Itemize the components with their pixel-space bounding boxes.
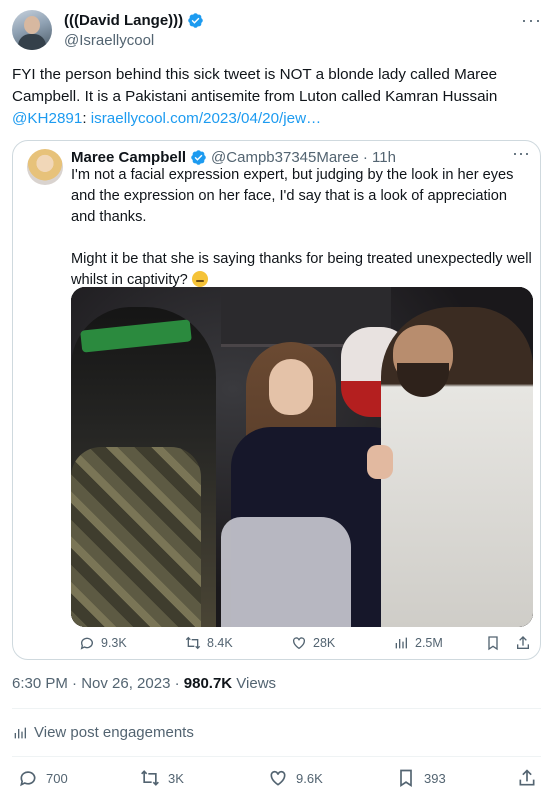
author-name[interactable]: (((David Lange))) <box>64 12 183 29</box>
quoted-paragraph-2: Might it be that she is saying thanks fo… <box>71 249 533 291</box>
reply-count: 700 <box>46 770 68 786</box>
quoted-author-handle[interactable]: @Campb37345Maree <box>211 149 359 166</box>
tweet-body: FYI the person behind this sick tweet is… <box>12 66 498 105</box>
thinking-emoji-icon <box>191 271 208 287</box>
bookmark-icon <box>488 636 498 651</box>
verified-badge-icon <box>188 13 203 28</box>
quoted-bookmark-button[interactable] <box>485 635 501 651</box>
quoted-repost-button[interactable]: 8.4K <box>185 635 233 651</box>
more-icon[interactable]: ··· <box>521 11 541 34</box>
reply-icon <box>80 637 93 650</box>
quoted-paragraph-1: I'm not a facial expression expert, but … <box>71 167 514 225</box>
post-views-label: Views <box>232 675 277 692</box>
share-icon <box>519 769 535 786</box>
repost-icon <box>141 770 159 786</box>
author-handle[interactable]: @Israellycool <box>64 32 154 49</box>
quoted-author-avatar[interactable] <box>27 149 63 185</box>
post-views-count: 980.7K <box>183 675 233 692</box>
share-icon <box>517 636 529 649</box>
reply-icon <box>20 771 36 787</box>
post-timestamp: 6:30 PM · Nov 26, 2023 · 980.7K Views <box>12 675 276 692</box>
bookmark-icon <box>400 769 412 788</box>
quoted-timestamp[interactable]: · 11h <box>363 149 396 166</box>
quoted-tweet[interactable]: Maree Campbell @Campb37345Maree · 11h ··… <box>12 140 541 660</box>
quoted-reply-count: 9.3K <box>101 636 127 650</box>
views-icon <box>395 637 407 649</box>
like-icon <box>293 637 305 650</box>
quoted-reply-button[interactable]: 9.3K <box>79 635 127 651</box>
repost-button[interactable]: 3K <box>140 768 184 788</box>
like-button[interactable]: 9.6K <box>268 768 323 788</box>
tweet-colon: : <box>82 110 87 127</box>
tweet-text: FYI the person behind this sick tweet is… <box>12 64 542 130</box>
quoted-action-bar: 9.3K 8.4K 28K 2.5M <box>71 635 533 655</box>
mention-link[interactable]: @KH2891 <box>12 110 82 127</box>
bookmark-button[interactable]: 393 <box>396 768 446 788</box>
repost-count: 3K <box>168 770 184 786</box>
bookmark-count: 393 <box>424 770 446 786</box>
more-icon[interactable]: ··· <box>512 144 530 162</box>
reply-button[interactable]: 700 <box>18 768 68 788</box>
quoted-header: Maree Campbell @Campb37345Maree · 11h <box>71 149 396 166</box>
verified-badge-icon <box>191 150 206 165</box>
quoted-author-name[interactable]: Maree Campbell <box>71 149 186 166</box>
quoted-views-count: 2.5M <box>415 636 443 650</box>
views-icon <box>14 727 26 738</box>
quoted-views-button[interactable]: 2.5M <box>393 635 443 651</box>
like-count: 9.6K <box>296 770 323 786</box>
quoted-like-count: 28K <box>313 636 336 650</box>
quoted-text: I'm not a facial expression expert, but … <box>71 165 533 291</box>
view-engagements-link[interactable]: View post engagements <box>12 724 194 741</box>
share-button[interactable] <box>517 768 537 788</box>
quoted-like-button[interactable]: 28K <box>291 635 335 651</box>
divider <box>12 708 541 709</box>
article-link[interactable]: israellycool.com/2023/04/20/jew… <box>91 110 321 127</box>
quoted-paragraph-2-text: Might it be that she is saying thanks fo… <box>71 251 532 288</box>
quoted-media-image[interactable] <box>71 287 533 627</box>
tweet-header: (((David Lange))) @Israellycool ··· <box>12 8 541 52</box>
action-bar: 700 3K 9.6K 393 <box>12 768 541 792</box>
view-engagements-label[interactable]: View post engagements <box>34 724 194 741</box>
author-avatar[interactable] <box>12 10 52 50</box>
author-name-row[interactable]: (((David Lange))) <box>64 12 204 29</box>
repost-icon <box>185 636 201 650</box>
post-time[interactable]: 6:30 PM · Nov 26, 2023 · <box>12 675 184 692</box>
like-icon <box>270 770 286 786</box>
quoted-share-button[interactable] <box>515 635 531 651</box>
divider <box>12 756 541 757</box>
quoted-repost-count: 8.4K <box>207 636 233 650</box>
